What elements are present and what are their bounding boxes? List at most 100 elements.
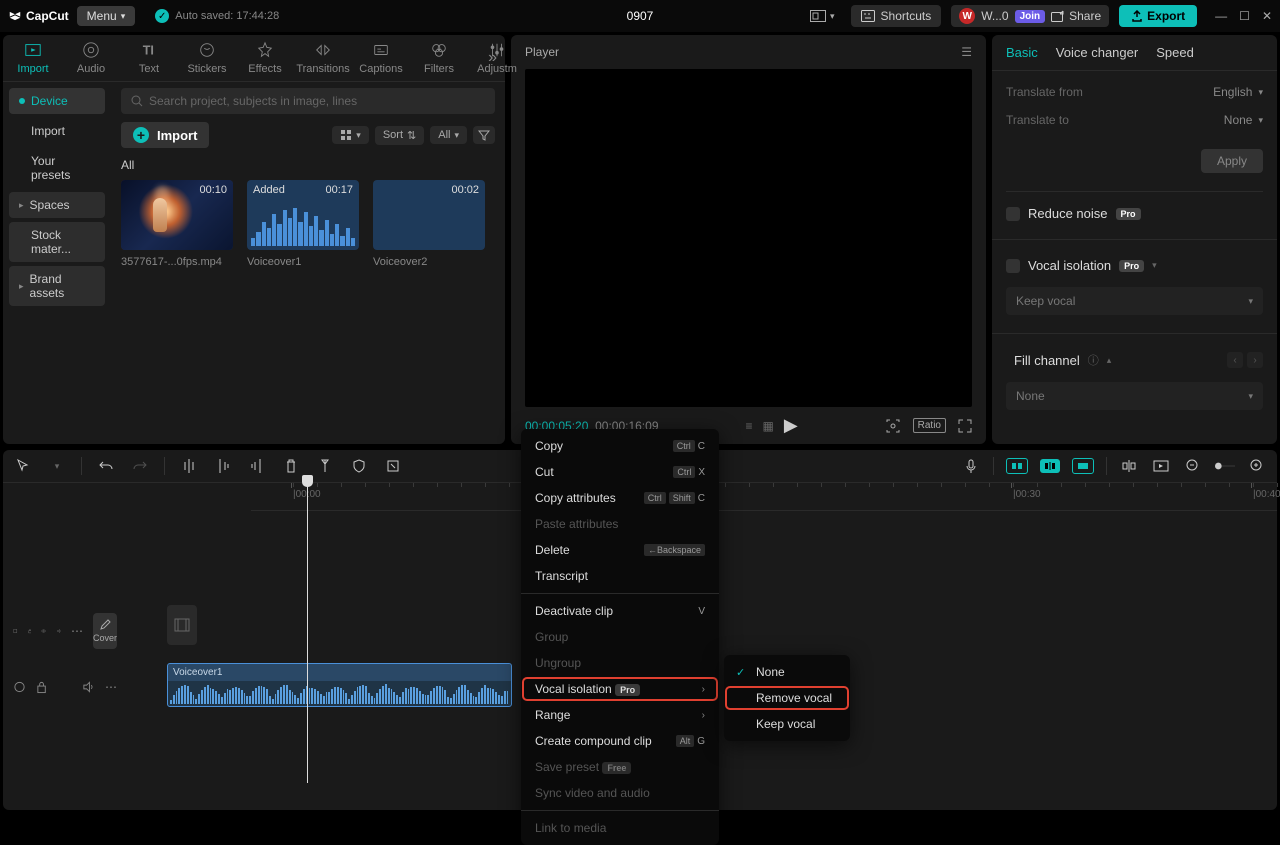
grid-view-icon[interactable]: ▦ (762, 419, 773, 433)
tab-voice-changer[interactable]: Voice changer (1056, 45, 1138, 60)
keep-vocal-select[interactable]: Keep vocal ▾ (1006, 287, 1263, 315)
timeline-ruler[interactable]: |00:00 |00:10 |00:30 |00:40 (251, 483, 1277, 511)
view-grid-button[interactable]: ▾ (332, 126, 369, 144)
ctx-cut[interactable]: CutCtrlX (521, 459, 719, 485)
more-icon[interactable]: ⋯ (71, 624, 83, 638)
bracket-icon[interactable] (885, 418, 901, 434)
audio-clip[interactable]: Voiceover1 (167, 663, 512, 707)
fullscreen-icon[interactable] (958, 419, 972, 433)
ctx-range[interactable]: Range› (521, 702, 719, 728)
tab-transitions[interactable]: Transitions (303, 41, 343, 75)
vocal-isolation-toggle[interactable]: Vocal isolation Pro ▾ (1006, 258, 1263, 273)
snap-2-button[interactable] (1040, 459, 1060, 473)
snap-1-button[interactable] (1006, 458, 1028, 474)
submenu-none[interactable]: ✓None (724, 659, 850, 685)
player-viewport[interactable] (525, 69, 972, 407)
ratio-button[interactable]: Ratio (913, 418, 946, 433)
redo-button[interactable] (130, 456, 150, 476)
filter-button[interactable] (473, 126, 495, 144)
crop-tool[interactable] (383, 456, 403, 476)
media-item[interactable]: 00:02 Voiceover2 (373, 180, 485, 268)
sidebar-item-spaces[interactable]: ▸Spaces (9, 192, 105, 218)
menu-button[interactable]: Menu ▾ (77, 6, 136, 26)
lock-icon[interactable] (28, 624, 32, 638)
split-tool[interactable] (179, 456, 199, 476)
split-left-tool[interactable] (213, 456, 233, 476)
mic-button[interactable] (961, 456, 981, 476)
search-input[interactable]: Search project, subjects in image, lines (121, 88, 495, 114)
tab-import[interactable]: Import (13, 41, 53, 75)
project-title[interactable]: 0907 (627, 9, 654, 23)
media-item[interactable]: 00:10 3577617-...0fps.mp4 (121, 180, 233, 268)
tab-effects[interactable]: Effects (245, 41, 285, 75)
tab-speed[interactable]: Speed (1156, 45, 1194, 60)
audio-track-icon[interactable] (13, 680, 26, 694)
align-button[interactable] (1119, 456, 1139, 476)
apply-button[interactable]: Apply (1201, 149, 1263, 173)
sort-button[interactable]: Sort ⇅ (375, 126, 424, 145)
marker-tool[interactable] (315, 456, 335, 476)
lock-icon[interactable] (36, 680, 47, 694)
share-button[interactable]: Share (1051, 9, 1101, 23)
ctx-copy[interactable]: CopyCtrlC (521, 433, 719, 459)
ctx-create-compound[interactable]: Create compound clipAltG (521, 728, 719, 754)
fill-channel-select[interactable]: None ▾ (1006, 382, 1263, 410)
delete-tool[interactable] (281, 456, 301, 476)
ctx-transcript[interactable]: Transcript (521, 563, 719, 589)
submenu-keep-vocal[interactable]: Keep vocal (724, 711, 850, 737)
sidebar-item-presets[interactable]: Your presets (9, 148, 105, 188)
translate-from-select[interactable]: English▾ (1213, 85, 1263, 99)
media-item[interactable]: Added 00:17 Voiceover1 (247, 180, 359, 268)
select-tool[interactable] (13, 456, 33, 476)
sidebar-item-brand[interactable]: ▸Brand assets (9, 266, 105, 306)
more-icon[interactable]: ⋯ (105, 680, 117, 694)
zoom-in-button[interactable] (1247, 456, 1267, 476)
submenu-remove-vocal[interactable]: Remove vocal (724, 685, 850, 711)
profile-group[interactable]: W W...0 Join Share (951, 5, 1109, 27)
ctx-vocal-isolation[interactable]: Vocal isolation Pro› (521, 676, 719, 702)
tab-stickers[interactable]: Stickers (187, 41, 227, 75)
zoom-out-button[interactable] (1183, 456, 1203, 476)
empty-video-slot[interactable] (167, 605, 197, 645)
filter-all-button[interactable]: All ▾ (430, 126, 467, 144)
list-view-icon[interactable]: ≡ (745, 419, 752, 433)
zoom-slider[interactable] (1215, 456, 1235, 476)
split-right-tool[interactable] (247, 456, 267, 476)
prev-button[interactable]: ‹ (1227, 352, 1243, 368)
tab-basic[interactable]: Basic (1006, 45, 1038, 60)
next-button[interactable]: › (1247, 352, 1263, 368)
import-button[interactable]: + Import (121, 122, 209, 148)
join-badge[interactable]: Join (1015, 10, 1046, 23)
tab-text[interactable]: TIText (129, 41, 169, 75)
close-icon[interactable]: ✕ (1262, 9, 1272, 23)
aspect-ratio-selector[interactable]: ▾ (804, 8, 841, 24)
export-button[interactable]: Export (1119, 5, 1197, 27)
play-button[interactable]: ▶ (784, 415, 798, 436)
speaker-icon[interactable] (82, 681, 95, 693)
speaker-icon[interactable] (57, 625, 62, 637)
hamburger-icon[interactable]: ☰ (961, 45, 972, 59)
ctx-deactivate[interactable]: Deactivate clipV (521, 598, 719, 624)
maximize-icon[interactable]: ☐ (1239, 9, 1250, 23)
tab-filters[interactable]: Filters (419, 41, 459, 75)
minimize-icon[interactable]: — (1215, 9, 1227, 23)
reduce-noise-toggle[interactable]: Reduce noise Pro (1006, 206, 1263, 221)
eye-icon[interactable] (41, 625, 46, 637)
tab-audio[interactable]: Audio (71, 41, 111, 75)
shield-tool[interactable] (349, 456, 369, 476)
select-mode-chevron[interactable]: ▾ (47, 456, 67, 476)
film-icon[interactable] (13, 624, 18, 638)
cover-button[interactable]: Cover (93, 613, 117, 649)
sidebar-item-import[interactable]: Import (9, 118, 105, 144)
snap-3-button[interactable] (1072, 458, 1094, 474)
ctx-copy-attributes[interactable]: Copy attributesCtrlShiftC (521, 485, 719, 511)
undo-button[interactable] (96, 456, 116, 476)
fill-channel-toggle[interactable]: Fill channel ⓘ ▴ (1006, 352, 1111, 368)
translate-to-select[interactable]: None▾ (1224, 113, 1263, 127)
overflow-icon[interactable]: » (488, 49, 497, 67)
sidebar-item-device[interactable]: Device (9, 88, 105, 114)
ctx-delete[interactable]: Delete←Backspace (521, 537, 719, 563)
tab-captions[interactable]: Captions (361, 41, 401, 75)
sidebar-item-stock[interactable]: Stock mater... (9, 222, 105, 262)
preview-button[interactable] (1151, 456, 1171, 476)
